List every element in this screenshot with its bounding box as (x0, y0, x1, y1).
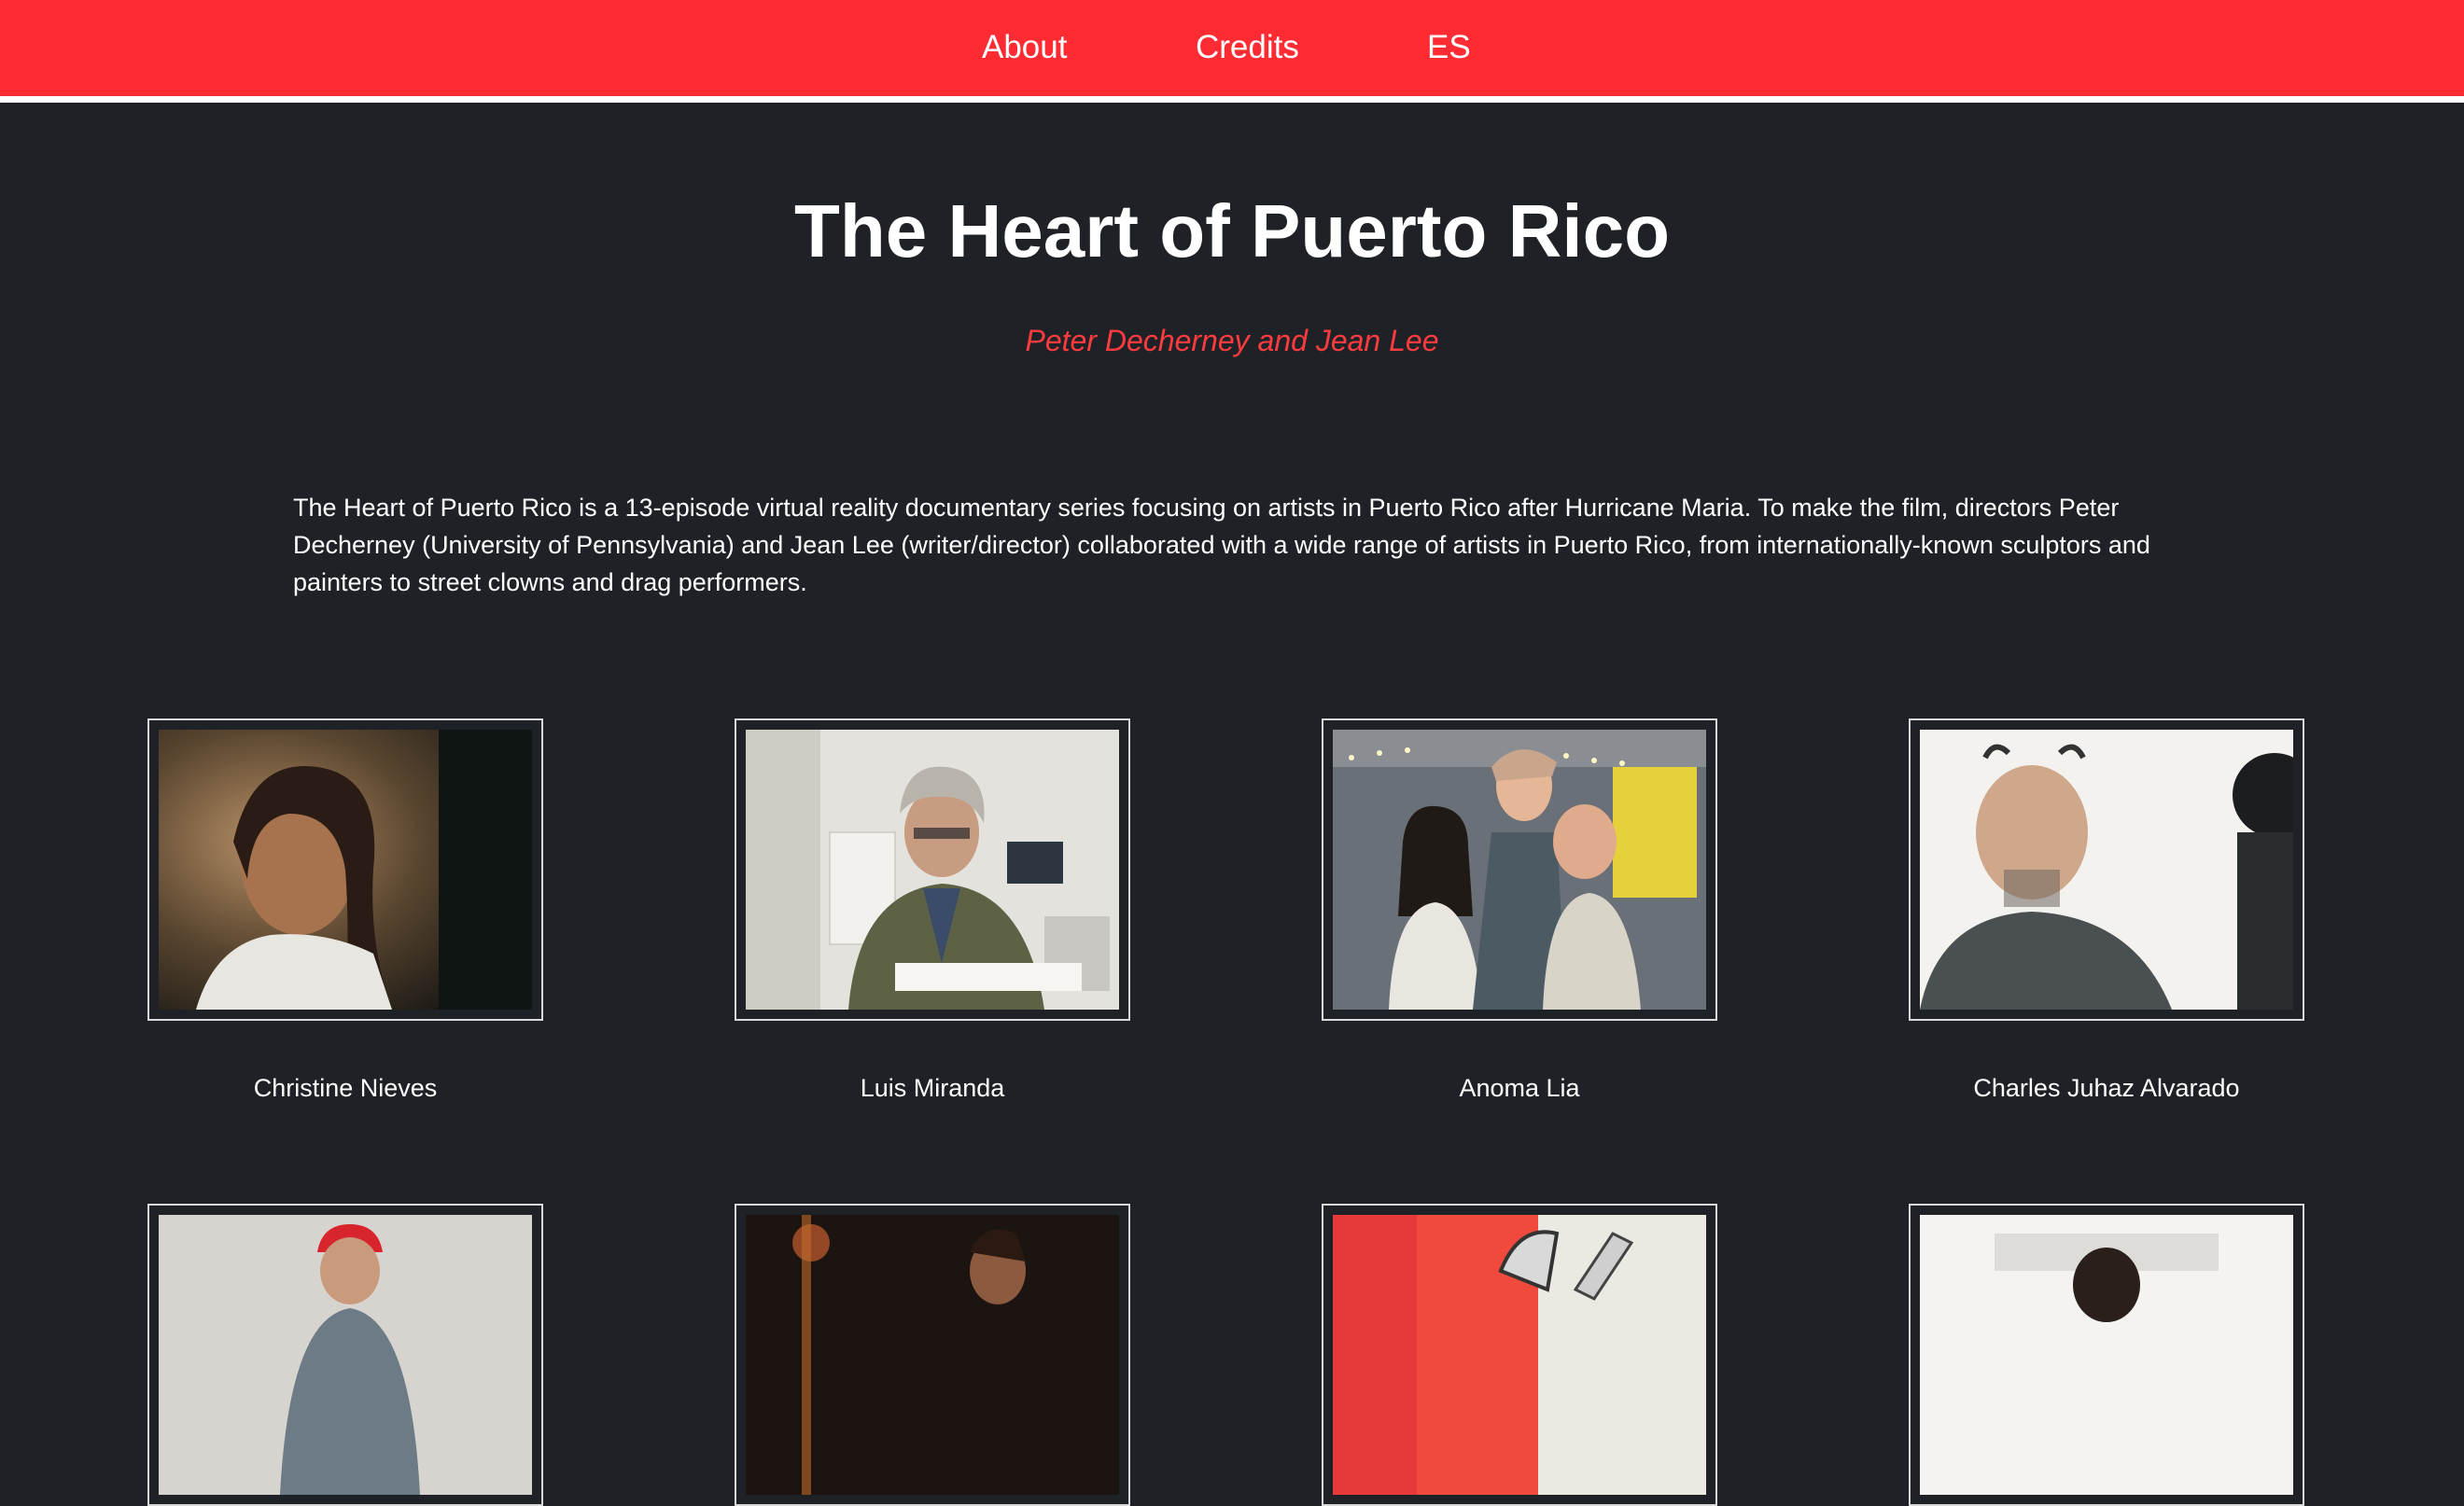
artist-card: Christine Nieves (147, 718, 543, 1102)
artist-name: Charles Juhaz Alvarado (1973, 1074, 2240, 1102)
artist-card: Luis Miranda (735, 718, 1130, 1102)
artist-photo (159, 730, 532, 1010)
artist-photo (1333, 1215, 1706, 1495)
artist-photo (746, 730, 1119, 1010)
authors-subtitle: Peter Decherney and Jean Lee (1025, 324, 1439, 357)
artist-photo-frame[interactable] (1322, 1204, 1717, 1506)
artist-photo-frame[interactable] (735, 718, 1130, 1021)
artist-name: Christine Nieves (253, 1074, 438, 1102)
artist-card (1322, 1204, 1717, 1506)
intro-paragraph: The Heart of Puerto Rico is a 13-episode… (293, 494, 2150, 596)
artist-card: Anoma Lia (1322, 718, 1717, 1102)
page-title: The Heart of Puerto Rico (794, 189, 1670, 272)
nav-language-link[interactable]: ES (1427, 26, 1471, 69)
artist-card (1909, 1204, 2304, 1506)
artist-photo (1920, 1215, 2293, 1495)
artist-photo-frame[interactable] (1909, 1204, 2304, 1506)
artist-card (735, 1204, 1130, 1506)
artist-photo-frame[interactable] (147, 718, 543, 1021)
nav-about-link[interactable]: About (982, 26, 1067, 69)
artist-photo (1333, 730, 1706, 1010)
artist-card: Charles Juhaz Alvarado (1909, 718, 2304, 1102)
nav-credits-link[interactable]: Credits (1196, 26, 1299, 69)
artist-photo (159, 1215, 532, 1495)
artist-name: Luis Miranda (860, 1074, 1005, 1102)
artist-photo-frame[interactable] (147, 1204, 543, 1506)
artist-photo-frame[interactable] (1322, 718, 1717, 1021)
artist-photo (746, 1215, 1119, 1495)
artist-card (147, 1204, 543, 1506)
artist-name: Anoma Lia (1459, 1074, 1580, 1102)
artist-photo-frame[interactable] (735, 1204, 1130, 1506)
artist-photo (1920, 730, 2293, 1010)
artist-photo-frame[interactable] (1909, 718, 2304, 1021)
top-nav-bar: About Credits ES (0, 0, 2464, 103)
